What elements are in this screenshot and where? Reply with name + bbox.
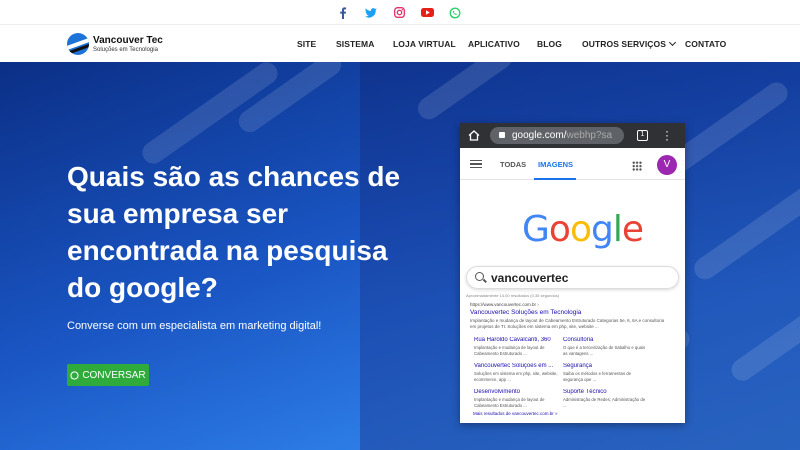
decor-stripe <box>689 162 800 284</box>
sitelink-desc: Implantação e mudança de layout de Cabea… <box>474 397 545 408</box>
nav-contato[interactable]: CONTATO <box>685 39 726 49</box>
nav-blog[interactable]: BLOG <box>537 39 562 49</box>
sitelink: Desenvolvimento Implantação e mudança de… <box>474 389 559 408</box>
chevron-down-icon <box>668 38 677 47</box>
apps-grid-icon <box>632 161 642 171</box>
url-text: google.com/webhp?sa <box>512 130 613 141</box>
sitelink-desc: Saiba os métodos e ferramentas de segura… <box>563 371 632 382</box>
nav-sistema[interactable]: SISTEMA <box>336 39 374 49</box>
social-icons <box>336 6 462 19</box>
sitelink-desc: Implantação e mudança de layout de Cabea… <box>474 345 545 356</box>
youtube-icon[interactable] <box>420 6 434 19</box>
google-search-box: vancouvertec <box>466 266 679 289</box>
social-bar <box>0 0 800 24</box>
tab-indicator <box>534 178 576 180</box>
sitelink-title: Rua Haroldo Cavalcanti, 360 <box>474 337 551 343</box>
sitelink: Rua Haroldo Cavalcanti, 360 Implantação … <box>474 337 559 356</box>
brand-globe-icon <box>67 33 89 55</box>
more-results-link: Mais resultados de vancouvertec.com.br » <box>473 411 558 416</box>
search-icon <box>475 272 484 281</box>
decor-stripe <box>413 62 517 124</box>
nav-outros-servicos[interactable]: OUTROS SERVIÇOS <box>582 38 677 49</box>
sitelink: Segurança Saiba os métodos e ferramentas… <box>563 363 648 382</box>
google-tabs: TODAS IMAGENS V <box>460 148 685 180</box>
google-logo: Google <box>522 209 644 250</box>
nav-site[interactable]: SITE <box>297 39 316 49</box>
brand-title: Vancouver Tec <box>93 34 163 46</box>
sitelink-desc: Administração de Redes; Administração de… <box>563 397 646 408</box>
brand-logo[interactable]: Vancouver Tec Soluções em Tecnologia <box>67 33 163 55</box>
brand-subtitle: Soluções em Tecnologia <box>93 46 158 53</box>
sitelink-title: Segurança <box>563 363 593 369</box>
facebook-icon[interactable] <box>336 6 350 19</box>
nav-aplicativo[interactable]: APLICATIVO <box>468 39 520 49</box>
result-description: Implantação e mudança de layout de Cabea… <box>470 318 665 329</box>
url-bar: google.com/webhp?sa <box>490 127 624 144</box>
hero-subtitle: Converse com um especialista em marketin… <box>67 320 322 332</box>
hamburger-icon <box>470 160 482 168</box>
browser-bar: google.com/webhp?sa 1 · · · <box>460 123 685 148</box>
phone-screenshot: google.com/webhp?sa 1 · · · TODAS IMAGENS … <box>460 123 685 423</box>
tab-imagens: IMAGENS <box>538 160 574 169</box>
search-query: vancouvertec <box>491 271 569 285</box>
navbar: Vancouver Tec Soluções em Tecnologia SIT… <box>0 24 800 62</box>
twitter-icon[interactable] <box>364 6 378 19</box>
sitelink-desc: Soluções em sistema em php, site, websit… <box>474 371 558 382</box>
conversar-button[interactable]: CONVERSAR <box>67 364 149 386</box>
sitelink-title: Consultoria <box>563 337 594 343</box>
sitelink: Vancouvertec Soluções em ... Soluções em… <box>474 363 559 382</box>
results-meta: Aproximadamente 14,00 resultados (0,35 s… <box>466 293 560 298</box>
sitelink-title: Vancouvertec Soluções em ... <box>474 363 554 369</box>
whatsapp-icon <box>70 370 79 380</box>
lock-icon <box>499 132 505 138</box>
hero-title: Quais são as chances de sua empresa ser … <box>67 161 401 303</box>
home-icon <box>468 130 480 141</box>
sitelink-title: Desenvolvimento <box>474 389 521 395</box>
tab-todas: TODAS <box>500 160 527 169</box>
sitelink-desc: O que é a terceirização de trabalho e qu… <box>563 345 646 356</box>
sitelink: Consultoria O que é a terceirização de t… <box>563 337 648 356</box>
instagram-icon[interactable] <box>392 6 406 19</box>
sitelink-title: Suporte Técnico <box>563 389 607 395</box>
whatsapp-icon[interactable] <box>448 6 462 19</box>
avatar: V <box>657 155 677 175</box>
decor-stripe <box>727 280 800 386</box>
sitelink: Suporte Técnico Administração de Redes; … <box>563 389 648 408</box>
nav-loja-virtual[interactable]: LOJA VIRTUAL <box>393 39 456 49</box>
nav-outros-label: OUTROS SERVIÇOS <box>582 39 666 49</box>
conversar-label: CONVERSAR <box>82 369 146 381</box>
result-title: Vancouvertec Soluções em Tecnologia <box>470 309 582 316</box>
tabs-count: 1 <box>637 130 648 141</box>
hero-section: Quais são as chances de sua empresa ser … <box>0 62 800 450</box>
result-url: https://www.vancouvertec.com.br › <box>470 302 539 307</box>
more-vert-icon: · · · <box>665 124 669 146</box>
